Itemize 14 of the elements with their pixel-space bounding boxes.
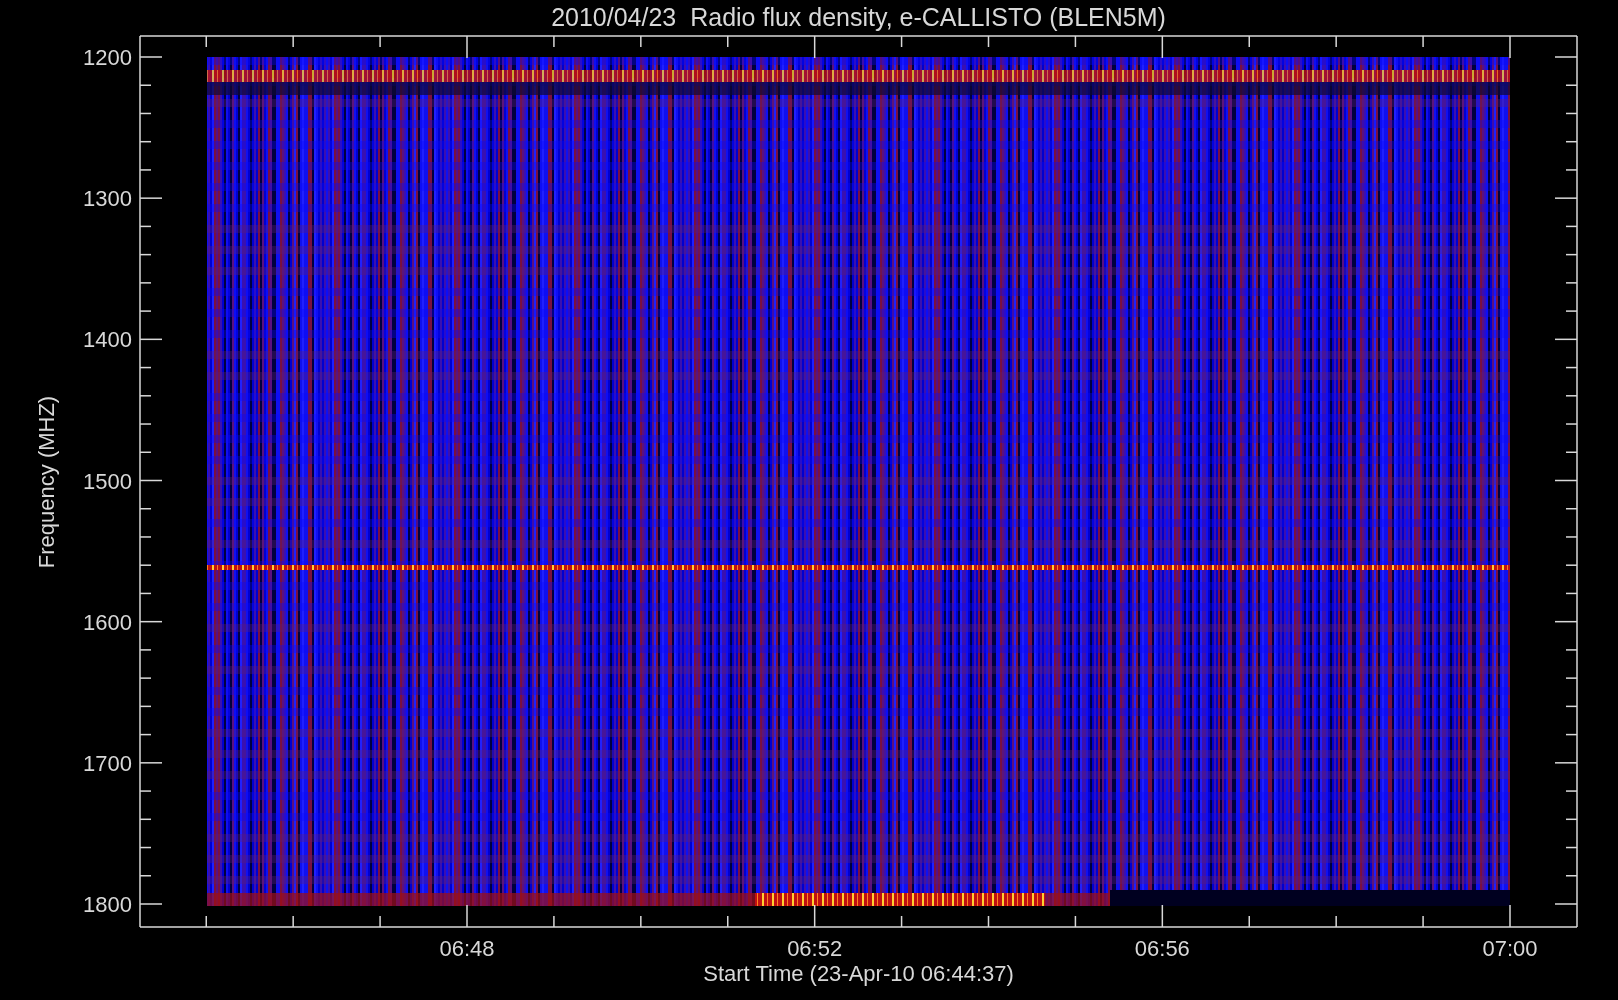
axis-label: Start Time (23-Apr-10 06:44:37) [703, 961, 1014, 986]
tick-label: 06:48 [439, 936, 495, 961]
tick-label: 07:00 [1482, 936, 1538, 961]
tick-label: 1200 [83, 45, 132, 70]
tick-label: 1600 [83, 609, 132, 635]
tick-label: 1800 [83, 892, 132, 917]
tick-label: 1400 [83, 327, 132, 353]
axis-label: Frequency (MHZ) [34, 395, 59, 569]
tick-label: 06:56 [1134, 936, 1190, 961]
chart-title: 2010/04/23 Radio flux density, e-CALLISTO (BLEN5M) [551, 3, 1166, 31]
tick-label: 06:52 [787, 936, 843, 961]
tick-label: 1300 [83, 186, 132, 212]
tick-label: 1500 [83, 468, 132, 494]
tick-label: 1700 [83, 750, 132, 776]
